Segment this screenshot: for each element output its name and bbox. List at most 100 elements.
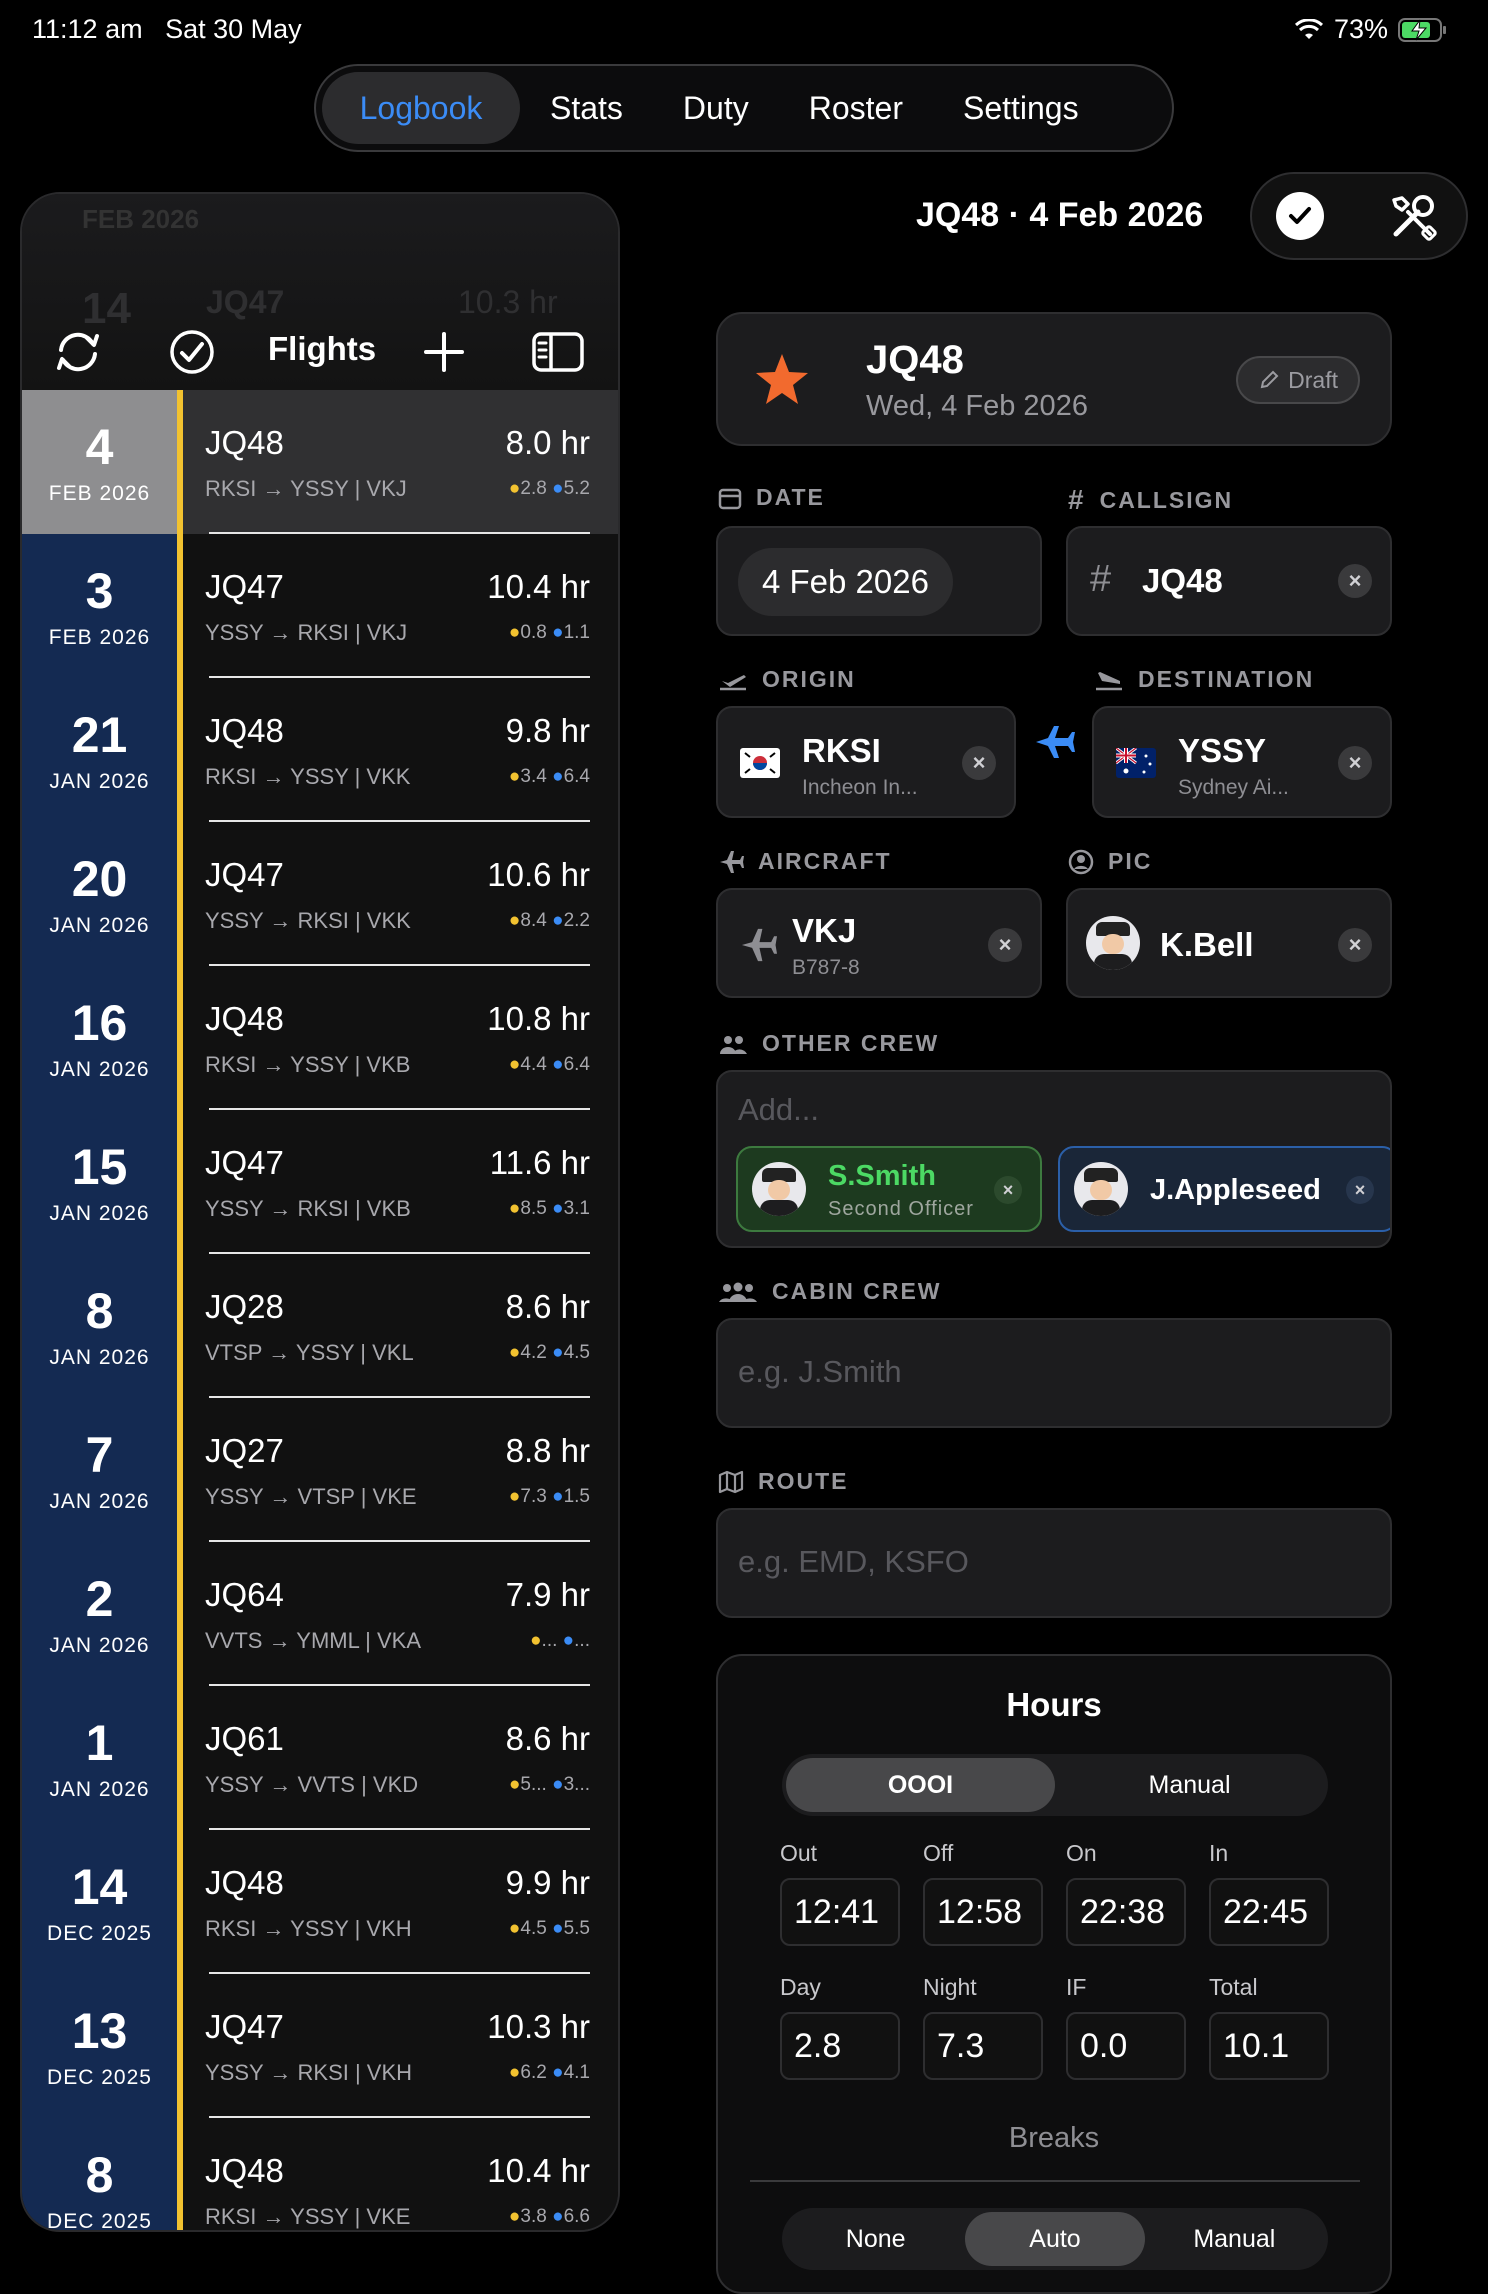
draft-badge[interactable]: Draft [1236,356,1360,404]
if-field[interactable]: 0.0 [1066,2012,1186,2080]
flight-body: JQ47 10.3 hr YSSY → RKSI | VKH ●6.2 ●4.1 [183,1974,618,2118]
cabin-crew-input[interactable]: e.g. J.Smith [738,1354,902,1390]
origin-field[interactable]: RKSI Incheon In... × [716,706,1016,818]
tab-logbook[interactable]: Logbook [322,72,520,144]
time-label: Off [923,1840,954,1866]
flight-row[interactable]: 1 JAN 2026 JQ61 8.6 hr YSSY → VVTS | VKD … [22,1686,618,1830]
pilot-avatar [1086,916,1140,970]
total-field[interactable]: 10.1 [1209,2012,1329,2080]
add-flight-icon[interactable] [414,322,474,382]
day-field[interactable]: 2.8 [780,2012,900,2080]
in-time-field[interactable]: 22:45 [1209,1878,1329,1946]
flight-hours: 11.6 hr [489,1144,590,1181]
callsign-field[interactable]: # JQ48 × [1066,526,1392,636]
flight-number: JQ47 [205,1144,284,1181]
confirm-check-icon[interactable] [1276,192,1324,240]
on-time-field[interactable]: 22:38 [1066,1878,1186,1946]
card-flight-number: JQ48 [866,338,964,382]
hours-title: Hours [1006,1686,1102,1723]
date-field[interactable]: 4 Feb 2026 [716,526,1042,636]
sidebar-toggle-icon[interactable] [528,322,588,382]
flight-row[interactable]: 14 DEC 2025 JQ48 9.9 hr RKSI → YSSY | VKH… [22,1830,618,1974]
flight-date: 20 JAN 2026 [22,822,177,966]
flight-date: 1 JAN 2026 [22,1686,177,1830]
aircraft-field[interactable]: VKJ B787-8 × [716,888,1042,998]
flight-date: 2 JAN 2026 [22,1542,177,1686]
crew-chip[interactable]: S.Smith Second Officer × [736,1146,1042,1232]
flight-month: JAN 2026 [49,1058,150,1081]
other-crew-input[interactable]: Add... [738,1092,819,1128]
pic-name: K.Bell [1160,926,1254,963]
destination-label: DESTINATION [1094,666,1314,693]
callsign-value[interactable]: JQ48 [1142,562,1223,600]
flight-row[interactable]: 20 JAN 2026 JQ47 10.6 hr YSSY → RKSI | VK… [22,822,618,966]
route-input[interactable]: e.g. EMD, KSFO [738,1544,969,1580]
flight-hours: 10.8 hr [487,1000,590,1037]
flight-row[interactable]: 2 JAN 2026 JQ64 7.9 hr VVTS → YMML | VKA … [22,1542,618,1686]
map-icon [718,1470,744,1493]
off-time-field[interactable]: 12:58 [923,1878,1043,1946]
flight-row[interactable]: 13 DEC 2025 JQ47 10.3 hr YSSY → RKSI | VK… [22,1974,618,2118]
flight-month: DEC 2025 [47,2066,152,2089]
flight-day-night: ●6.2 ●4.1 [508,2062,590,2083]
hours-panel: Hours OOOI Manual Out Off On In 12:41 12… [716,1654,1392,2294]
tab-stats[interactable]: Stats [520,72,653,144]
clear-icon[interactable]: × [988,928,1022,962]
destination-field[interactable]: YSSY Sydney Ai... × [1092,706,1392,818]
tab-duty[interactable]: Duty [653,72,779,144]
flight-hours: 10.4 hr [487,2152,590,2189]
hours-mode-selector: OOOI Manual [782,1754,1328,1816]
sidebar-title: Flights [268,330,377,367]
remove-crew-icon[interactable]: × [1346,1176,1374,1204]
flight-day: 8 [85,1283,114,1339]
clear-icon[interactable]: × [1338,746,1372,780]
flight-row[interactable]: 16 JAN 2026 JQ48 10.8 hr RKSI → YSSY | VK… [22,966,618,1110]
cabin-crew-field[interactable]: e.g. J.Smith [716,1318,1392,1428]
clear-icon[interactable]: × [1338,928,1372,962]
flight-row[interactable]: 7 JAN 2026 JQ27 8.8 hr YSSY → VTSP | VKE … [22,1398,618,1542]
flight-month: DEC 2025 [47,2210,152,2232]
detail-header-title: JQ48 · 4 Feb 2026 [916,196,1204,234]
clear-icon[interactable]: × [962,746,996,780]
breaks-none-option[interactable]: None [786,2212,965,2266]
flight-body: JQ64 7.9 hr VVTS → YMML | VKA ●... ●... [183,1542,618,1686]
other-crew-field[interactable]: Add... S.Smith Second Officer × J.Apples… [716,1070,1392,1248]
route-field[interactable]: e.g. EMD, KSFO [716,1508,1392,1618]
tools-icon[interactable] [1386,190,1440,244]
flight-row[interactable]: 3 FEB 2026 JQ47 10.4 hr YSSY → RKSI | VKJ… [22,534,618,678]
flight-day: 7 [85,1427,114,1483]
night-field[interactable]: 7.3 [923,2012,1043,2080]
flight-route: VTSP → YSSY | VKL [205,1340,414,1365]
flight-row[interactable]: 15 JAN 2026 JQ47 11.6 hr YSSY → RKSI | VK… [22,1110,618,1254]
flight-row[interactable]: 21 JAN 2026 JQ48 9.8 hr RKSI → YSSY | VKK… [22,678,618,822]
flight-row[interactable]: 4 FEB 2026 JQ48 8.0 hr RKSI → YSSY | VKJ … [22,390,618,534]
time-label: Out [780,1840,818,1866]
flight-route: RKSI → YSSY | VKK [205,764,411,789]
out-time-field[interactable]: 12:41 [780,1878,900,1946]
flight-date: 8 JAN 2026 [22,1254,177,1398]
tab-settings[interactable]: Settings [933,72,1109,144]
wifi-icon [1294,18,1323,39]
pic-field[interactable]: K.Bell × [1066,888,1392,998]
breaks-auto-option[interactable]: Auto [965,2212,1145,2266]
mode-oooi-option[interactable]: OOOI [786,1758,1055,1812]
flight-day: 1 [85,1715,114,1771]
flight-day: 16 [71,995,128,1051]
breaks-manual-option[interactable]: Manual [1145,2212,1324,2266]
sync-icon[interactable] [48,322,108,382]
crew-name: S.Smith [828,1160,936,1192]
cabin-crew-label: CABIN CREW [718,1278,942,1305]
crew-chip[interactable]: J.Appleseed × [1058,1146,1390,1232]
mode-manual-option[interactable]: Manual [1055,1758,1324,1812]
date-value[interactable]: 4 Feb 2026 [738,548,953,616]
remove-crew-icon[interactable]: × [994,1176,1022,1204]
plane-arrow-icon [1036,726,1075,758]
flight-row[interactable]: 8 JAN 2026 JQ28 8.6 hr VTSP → YSSY | VKL … [22,1254,618,1398]
clear-icon[interactable]: × [1338,564,1372,598]
tab-roster[interactable]: Roster [779,72,933,144]
flight-number: JQ27 [205,1432,284,1469]
flight-day-night: ●4.4 ●6.4 [508,1054,590,1075]
select-check-icon[interactable] [162,322,222,382]
flight-row[interactable]: 8 DEC 2025 JQ48 10.4 hr RKSI → YSSY | VKE… [22,2118,618,2232]
crew-avatar [1074,1162,1128,1216]
